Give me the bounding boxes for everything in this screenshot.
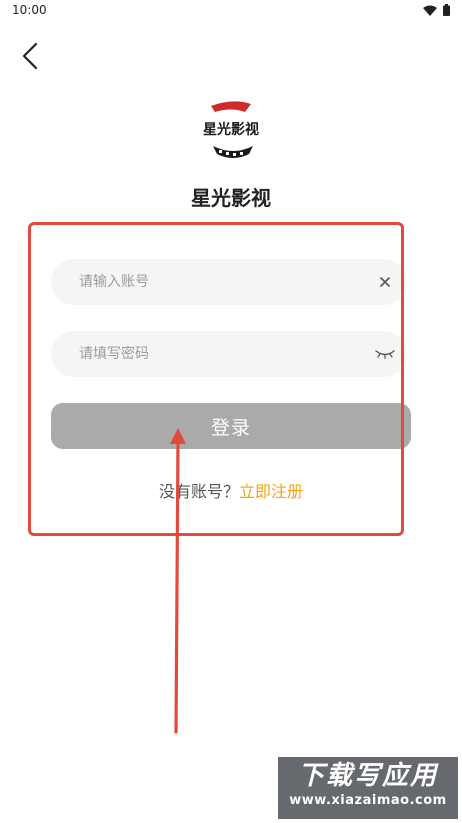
watermark: 下载写应用 www.xiazaimao.com: [278, 757, 458, 819]
status-icons: [423, 4, 450, 16]
app-logo: 星光影视: [193, 98, 269, 160]
battery-icon: [443, 4, 450, 16]
status-bar: 10:00: [0, 0, 462, 24]
logo-text: 星光影视: [203, 121, 259, 138]
watermark-url: www.xiazaimao.com: [289, 793, 447, 808]
status-time: 10:00: [12, 3, 47, 17]
back-button[interactable]: [14, 40, 46, 72]
app-title: 星光影视: [191, 186, 271, 210]
chevron-left-icon: [22, 42, 38, 70]
wifi-icon: [423, 5, 437, 16]
annotation-box: [28, 222, 404, 536]
watermark-title: 下载写应用: [297, 761, 438, 791]
